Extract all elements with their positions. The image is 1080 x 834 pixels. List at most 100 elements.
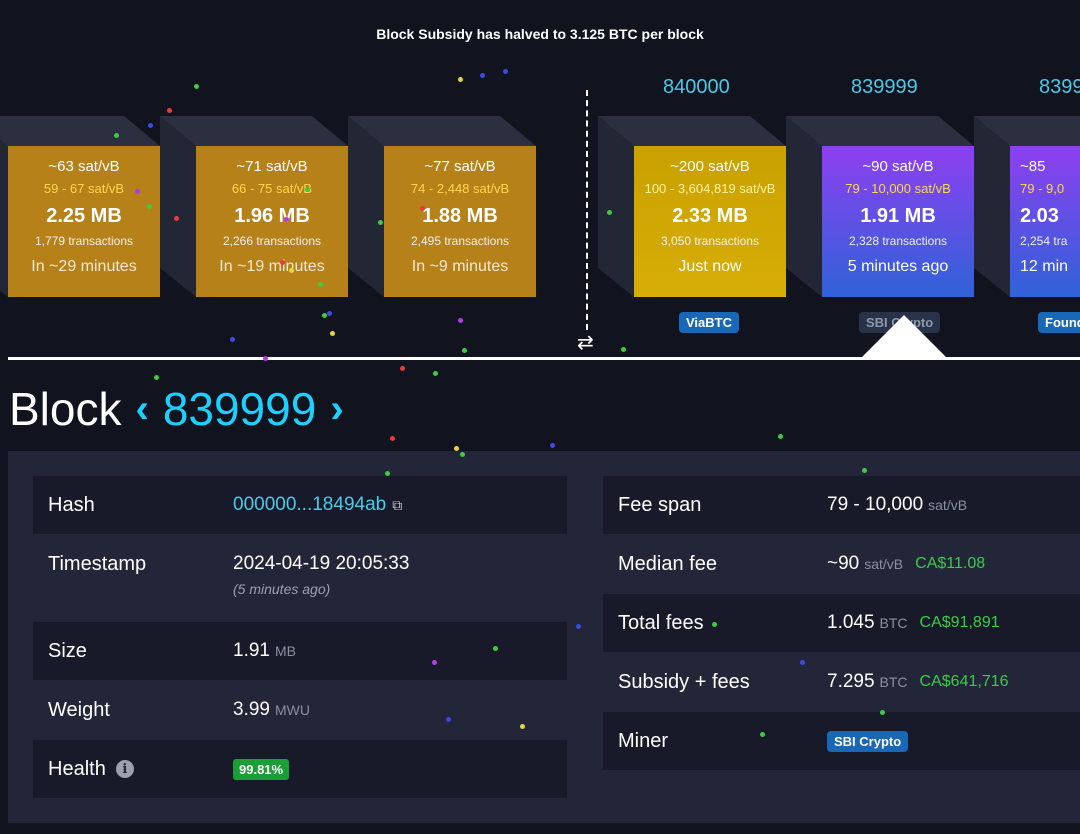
confetti-dot — [432, 660, 437, 665]
confetti-dot — [420, 206, 425, 211]
mempool-block-1[interactable]: ~63 sat/vB 59 - 67 sat/vB 2.25 MB 1,779 … — [0, 116, 160, 297]
row-hash: Hash 000000...18494ab ⧉ — [33, 476, 567, 535]
block-tx-count: 2,328 transactions — [848, 234, 948, 248]
copy-icon[interactable]: ⧉ — [392, 497, 402, 514]
total-fees-unit: BTC — [879, 615, 908, 631]
confetti-dot — [433, 371, 438, 376]
confetti-dot — [621, 347, 626, 352]
mined-block-839998[interactable]: ~85 79 - 9,0 2.03 2,254 tra 12 min — [974, 116, 1080, 297]
block-size: 2.33 MB — [672, 205, 748, 227]
subsidy-fees-number: 7.295 — [827, 671, 875, 692]
right-details-table: Fee span 79 - 10,000 sat/vB Median fee ~… — [603, 476, 1080, 771]
subsidy-fees-label: Subsidy + fees — [618, 670, 750, 693]
hash-value: 000000...18494ab ⧉ — [233, 476, 402, 534]
block-title: Block ‹ 839999 › — [9, 382, 358, 436]
row-miner: Miner SBI Crypto — [603, 712, 1080, 771]
info-icon[interactable]: i — [115, 760, 134, 778]
confetti-dot — [458, 77, 463, 82]
block-number: 839999 — [162, 383, 317, 435]
block-size: 2.03 — [1020, 205, 1059, 227]
row-subsidy-fees: Subsidy + fees 7.295 BTC CA$641,716 — [603, 653, 1080, 712]
confetti-dot — [305, 187, 310, 192]
next-block-icon[interactable]: › — [330, 387, 343, 432]
mempool-divider — [586, 90, 588, 330]
block-tx-count: 2,495 transactions — [410, 234, 510, 248]
hash-label: Hash — [48, 493, 95, 516]
total-fees-value: 1.045 BTC CA$91,891 — [827, 594, 1000, 652]
block-height-840000[interactable]: 840000 — [663, 76, 730, 99]
size-label: Size — [48, 639, 87, 662]
confetti-dot — [493, 646, 498, 651]
block-face: ~200 sat/vB 100 - 3,604,819 sat/vB 2.33 … — [634, 146, 786, 297]
miner-value: SBI Crypto — [827, 712, 909, 770]
subsidy-fees-fiat: CA$641,716 — [919, 673, 1009, 690]
confetti-dot — [135, 189, 140, 194]
confetti-dot — [607, 210, 612, 215]
confetti-dot — [378, 220, 383, 225]
block-tx-count: 2,254 tra — [1020, 234, 1068, 248]
block-fee-range: 100 - 3,604,819 sat/vB — [644, 181, 776, 196]
timestamp-value: 2024-04-19 20:05:33 (5 minutes ago) — [233, 535, 409, 621]
mined-block-840000[interactable]: ~200 sat/vB 100 - 3,604,819 sat/vB 2.33 … — [598, 116, 786, 297]
block-height-839999[interactable]: 839999 — [851, 76, 918, 99]
block-top — [0, 116, 160, 146]
swap-arrows-icon[interactable]: ⇄ — [577, 330, 594, 355]
confetti-dot — [154, 375, 159, 380]
confetti-dot — [318, 282, 323, 287]
row-weight: Weight 3.99 MWU — [33, 681, 567, 740]
confetti-dot — [390, 436, 395, 441]
total-fees-number: 1.045 — [827, 612, 875, 633]
confetti-dot — [778, 434, 783, 439]
confetti-dot — [327, 311, 332, 316]
left-details-table: Hash 000000...18494ab ⧉ Timestamp 2024-0… — [33, 476, 567, 799]
confetti-dot — [760, 732, 765, 737]
halving-banner: Block Subsidy has halved to 3.125 BTC pe… — [376, 26, 704, 42]
mined-block-839999[interactable]: ~90 sat/vB 79 - 10,000 sat/vB 1.91 MB 2,… — [786, 116, 974, 297]
health-badge: 99.81% — [233, 758, 290, 780]
confetti-dot — [880, 710, 885, 715]
fee-span-value: 79 - 10,000 sat/vB — [827, 476, 967, 534]
miner-pool-tag[interactable]: SBI Crypto — [827, 730, 909, 752]
mempool-block-3[interactable]: ~77 sat/vB 74 - 2,448 sat/vB 1.88 MB 2,4… — [348, 116, 536, 297]
block-side — [974, 116, 1010, 297]
confetti-dot — [148, 123, 153, 128]
block-eta: In ~19 minutes — [219, 258, 325, 275]
health-label-cell: Health i — [33, 740, 233, 798]
block-height-839998[interactable]: 8399 — [1039, 76, 1080, 99]
block-fee: ~77 sat/vB — [424, 158, 496, 175]
confetti-dot — [284, 217, 289, 222]
confetti-dot — [400, 366, 405, 371]
timestamp-text: 2024-04-19 20:05:33 — [233, 553, 410, 574]
block-size: 1.88 MB — [422, 205, 498, 227]
block-tx-count: 3,050 transactions — [660, 234, 760, 248]
block-age: 12 min — [1020, 258, 1069, 275]
block-fee: ~63 sat/vB — [48, 158, 120, 175]
block-eta: In ~29 minutes — [31, 258, 137, 275]
block-age: Just now — [678, 258, 742, 275]
row-fee-span: Fee span 79 - 10,000 sat/vB — [603, 476, 1080, 535]
block-side — [786, 116, 822, 297]
prev-block-icon[interactable]: ‹ — [135, 387, 148, 432]
median-fee-label: Median fee — [618, 552, 717, 575]
confetti-dot — [462, 348, 467, 353]
block-fee: ~85 — [1020, 158, 1046, 175]
pool-tag-foundry[interactable]: Found — [1038, 312, 1080, 333]
confetti-dot — [712, 622, 717, 627]
fee-span-label: Fee span — [618, 493, 702, 516]
median-fee-fiat: CA$11.08 — [915, 555, 986, 572]
block-tx-count: 1,779 transactions — [34, 234, 134, 248]
weight-number: 3.99 — [233, 699, 270, 720]
row-timestamp: Timestamp 2024-04-19 20:05:33 (5 minutes… — [33, 535, 567, 622]
size-value: 1.91 MB — [233, 622, 296, 680]
pool-tag-viabtc[interactable]: ViaBTC — [679, 312, 739, 333]
confetti-dot — [862, 468, 867, 473]
subsidy-fees-value: 7.295 BTC CA$641,716 — [827, 653, 1009, 711]
timestamp-relative: (5 minutes ago) — [233, 581, 331, 597]
hash-link[interactable]: 000000...18494ab — [233, 494, 386, 516]
block-face: ~63 sat/vB 59 - 67 sat/vB 2.25 MB 1,779 … — [8, 146, 160, 297]
size-unit: MB — [274, 643, 296, 659]
block-strip: Block Subsidy has halved to 3.125 BTC pe… — [0, 0, 1080, 360]
mempool-block-2[interactable]: ~71 sat/vB 66 - 75 sat/vB 1.96 MB 2,266 … — [160, 116, 348, 297]
confetti-dot — [550, 443, 555, 448]
block-age: 5 minutes ago — [847, 258, 949, 275]
